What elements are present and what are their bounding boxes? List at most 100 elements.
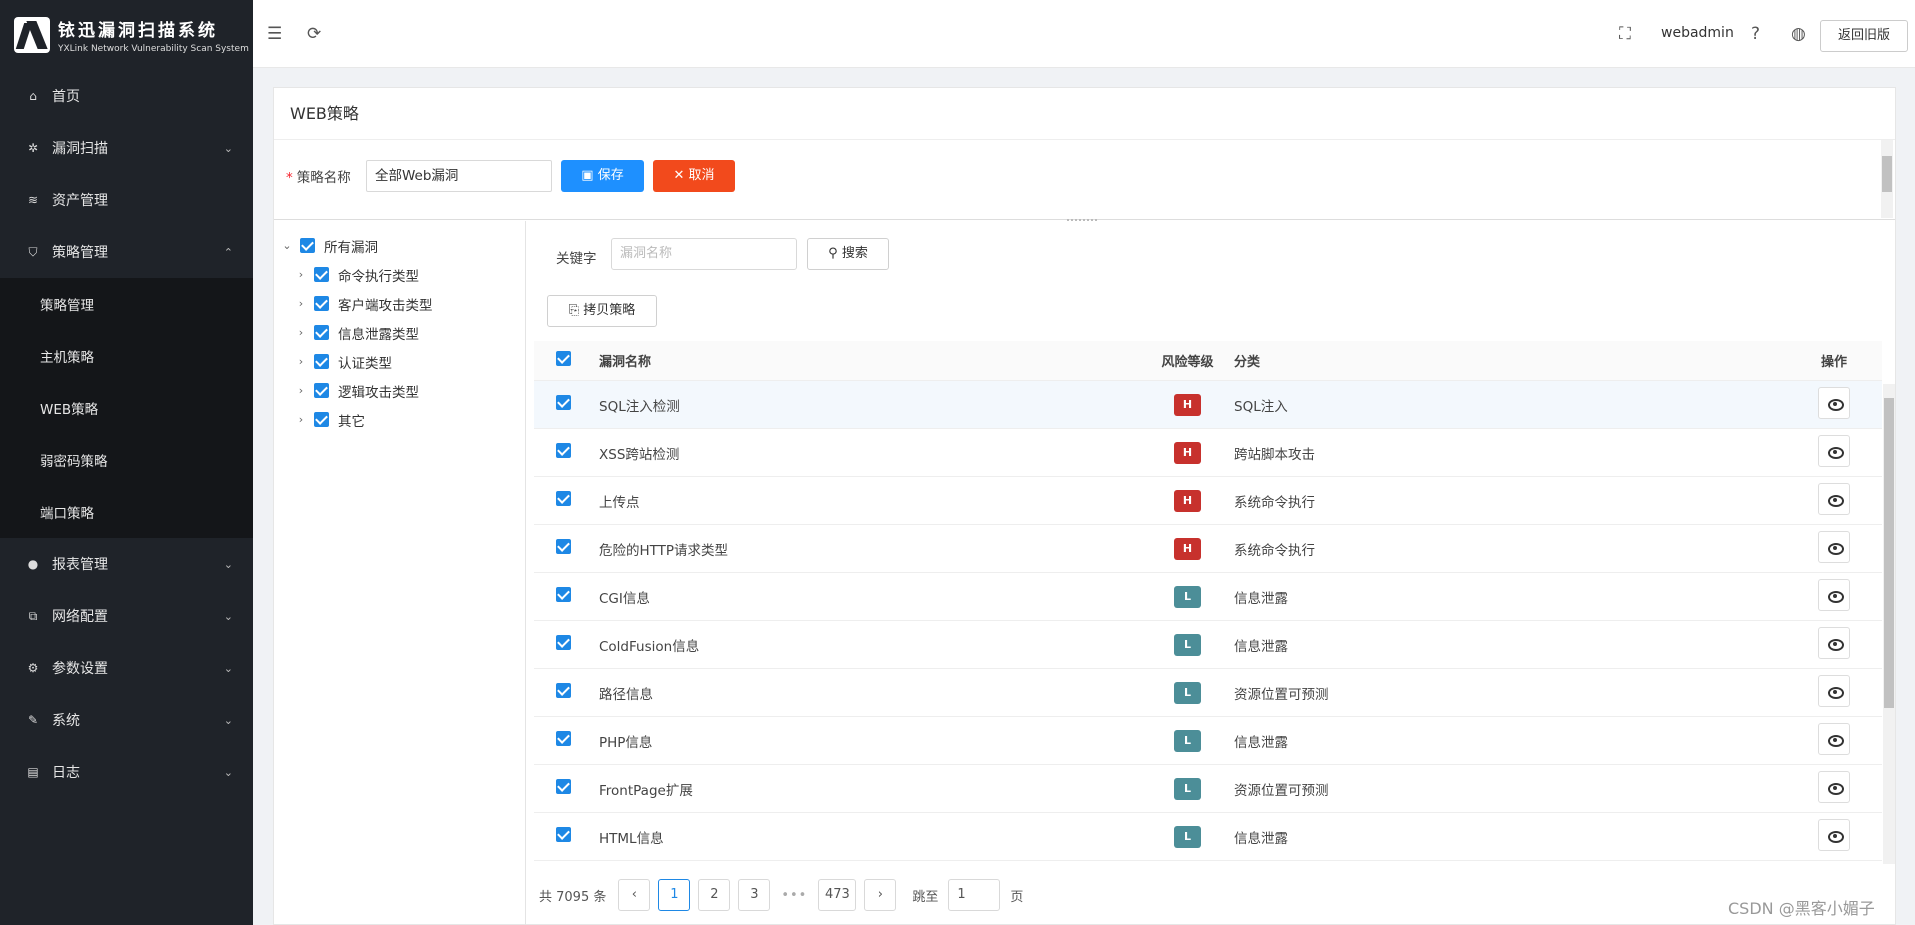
row-checkbox[interactable]: [556, 587, 571, 602]
page-last[interactable]: 473: [818, 879, 857, 911]
select-all-checkbox[interactable]: [556, 351, 571, 366]
chevron-icon: ⌄: [223, 713, 233, 727]
sidebar-item-1[interactable]: ✲ 漏洞扫描 ⌄: [0, 122, 253, 174]
sidebar-item-7[interactable]: ✎ 系统 ⌄: [0, 694, 253, 746]
sidebar-item-6[interactable]: ⚙ 参数设置 ⌄: [0, 642, 253, 694]
submenu-item-4[interactable]: 端口策略: [0, 486, 253, 538]
page-1[interactable]: 1: [658, 879, 691, 911]
sidebar-item-label: 报表管理: [52, 557, 108, 573]
sidebar-item-label: 漏洞扫描: [52, 141, 108, 157]
chevron-down-icon[interactable]: ⌄: [280, 239, 294, 252]
table-scrollbar[interactable]: [1883, 384, 1895, 864]
username[interactable]: webadmin: [1661, 25, 1734, 41]
table-row[interactable]: XSS跨站检测 H 跨站脚本攻击: [534, 429, 1882, 477]
search-input[interactable]: 漏洞名称: [611, 238, 797, 270]
view-eye-icon[interactable]: [1818, 626, 1850, 659]
table-row[interactable]: 危险的HTTP请求类型 H 系统命令执行: [534, 525, 1882, 573]
search-button[interactable]: ⚲ 搜索: [807, 238, 889, 270]
menu-fold-icon[interactable]: ☰: [267, 24, 282, 44]
row-checkbox[interactable]: [556, 395, 571, 410]
tree-node-checkbox[interactable]: [314, 354, 329, 369]
submenu-item-1[interactable]: 主机策略: [0, 330, 253, 382]
view-eye-icon[interactable]: [1818, 578, 1850, 611]
help-icon[interactable]: ?: [1751, 24, 1760, 44]
bug-icon: ✲: [27, 141, 39, 155]
policy-name-input[interactable]: 全部Web漏洞: [366, 160, 552, 192]
total-count: 共 7095 条: [539, 889, 607, 905]
tree-node[interactable]: › 客户端攻击类型: [274, 289, 525, 318]
chevron-icon: ⌃: [223, 245, 233, 259]
sidebar-item-8[interactable]: ▤ 日志 ⌄: [0, 746, 253, 798]
copy-policy-button[interactable]: ⎘ 拷贝策略: [547, 295, 657, 327]
page-ellipsis[interactable]: •••: [778, 888, 810, 903]
table-row[interactable]: 路径信息 L 资源位置可预测: [534, 669, 1882, 717]
cancel-button[interactable]: ✕ 取消: [653, 160, 735, 192]
chevron-right-icon[interactable]: ›: [294, 355, 308, 368]
view-eye-icon[interactable]: [1818, 434, 1850, 467]
tree-node[interactable]: › 信息泄露类型: [274, 318, 525, 347]
table-row[interactable]: PHP信息 L 信息泄露: [534, 717, 1882, 765]
tree-node-checkbox[interactable]: [314, 267, 329, 282]
row-checkbox[interactable]: [556, 731, 571, 746]
view-eye-icon[interactable]: [1818, 530, 1850, 563]
chevron-right-icon[interactable]: ›: [294, 384, 308, 397]
row-checkbox[interactable]: [556, 683, 571, 698]
tree-node-checkbox[interactable]: [314, 296, 329, 311]
refresh-icon[interactable]: ⟳: [307, 24, 321, 44]
chevron-right-icon[interactable]: ›: [294, 268, 308, 281]
row-checkbox[interactable]: [556, 827, 571, 842]
vuln-category: 信息泄露: [1234, 830, 1288, 847]
table-row[interactable]: SQL注入检测 H SQL注入: [534, 381, 1882, 429]
tree-node[interactable]: › 认证类型: [274, 347, 525, 376]
table-row[interactable]: CGI信息 L 信息泄露: [534, 573, 1882, 621]
row-checkbox[interactable]: [556, 635, 571, 650]
submenu-item-2[interactable]: WEB策略: [0, 382, 253, 434]
sidebar-item-3[interactable]: ⛉ 策略管理 ⌃: [0, 226, 253, 278]
sidebar-item-4[interactable]: ● 报表管理 ⌄: [0, 538, 253, 590]
view-eye-icon[interactable]: [1818, 386, 1850, 419]
tree-node-label: 认证类型: [338, 355, 392, 372]
prev-page-button[interactable]: ‹: [618, 879, 651, 911]
tree-root-label: 所有漏洞: [324, 239, 378, 256]
fullscreen-icon[interactable]: ⛶: [1619, 24, 1631, 44]
view-eye-icon[interactable]: [1818, 482, 1850, 515]
page-2[interactable]: 2: [698, 879, 731, 911]
chevron-right-icon[interactable]: ›: [294, 413, 308, 426]
chevron-right-icon[interactable]: ›: [294, 326, 308, 339]
sidebar-item-0[interactable]: ⌂ 首页: [0, 70, 253, 122]
jump-page-input[interactable]: 1: [948, 879, 1001, 911]
chevron-icon: ⌄: [223, 661, 233, 675]
table-row[interactable]: ColdFusion信息 L 信息泄露: [534, 621, 1882, 669]
row-checkbox[interactable]: [556, 443, 571, 458]
view-eye-icon[interactable]: [1818, 770, 1850, 803]
jump-label: 跳至: [912, 889, 939, 905]
form-scrollbar[interactable]: [1881, 140, 1893, 218]
tree-node[interactable]: › 逻辑攻击类型: [274, 376, 525, 405]
tree-node[interactable]: › 命令执行类型: [274, 260, 525, 289]
tree-node-checkbox[interactable]: [314, 412, 329, 427]
sidebar-item-2[interactable]: ≋ 资产管理: [0, 174, 253, 226]
tree-node[interactable]: › 其它: [274, 405, 525, 434]
submenu-item-0[interactable]: 策略管理: [0, 278, 253, 330]
chevron-right-icon[interactable]: ›: [294, 297, 308, 310]
table-row[interactable]: HTML信息 L 信息泄露: [534, 813, 1882, 861]
tree-root[interactable]: ⌄ 所有漏洞: [274, 231, 525, 260]
page-3[interactable]: 3: [738, 879, 771, 911]
tree-node-checkbox[interactable]: [314, 383, 329, 398]
tree-node-checkbox[interactable]: [314, 325, 329, 340]
submenu-item-3[interactable]: 弱密码策略: [0, 434, 253, 486]
row-checkbox[interactable]: [556, 539, 571, 554]
globe-icon[interactable]: ◍: [1791, 24, 1806, 44]
back-old-version-button[interactable]: 返回旧版: [1820, 20, 1908, 52]
save-button[interactable]: ▣ 保存: [561, 160, 644, 192]
row-checkbox[interactable]: [556, 779, 571, 794]
row-checkbox[interactable]: [556, 491, 571, 506]
view-eye-icon[interactable]: [1818, 818, 1850, 851]
table-row[interactable]: 上传点 H 系统命令执行: [534, 477, 1882, 525]
sidebar-item-5[interactable]: ⧉ 网络配置 ⌄: [0, 590, 253, 642]
next-page-button[interactable]: ›: [864, 879, 897, 911]
view-eye-icon[interactable]: [1818, 674, 1850, 707]
table-row[interactable]: FrontPage扩展 L 资源位置可预测: [534, 765, 1882, 813]
view-eye-icon[interactable]: [1818, 722, 1850, 755]
tree-root-checkbox[interactable]: [300, 238, 315, 253]
